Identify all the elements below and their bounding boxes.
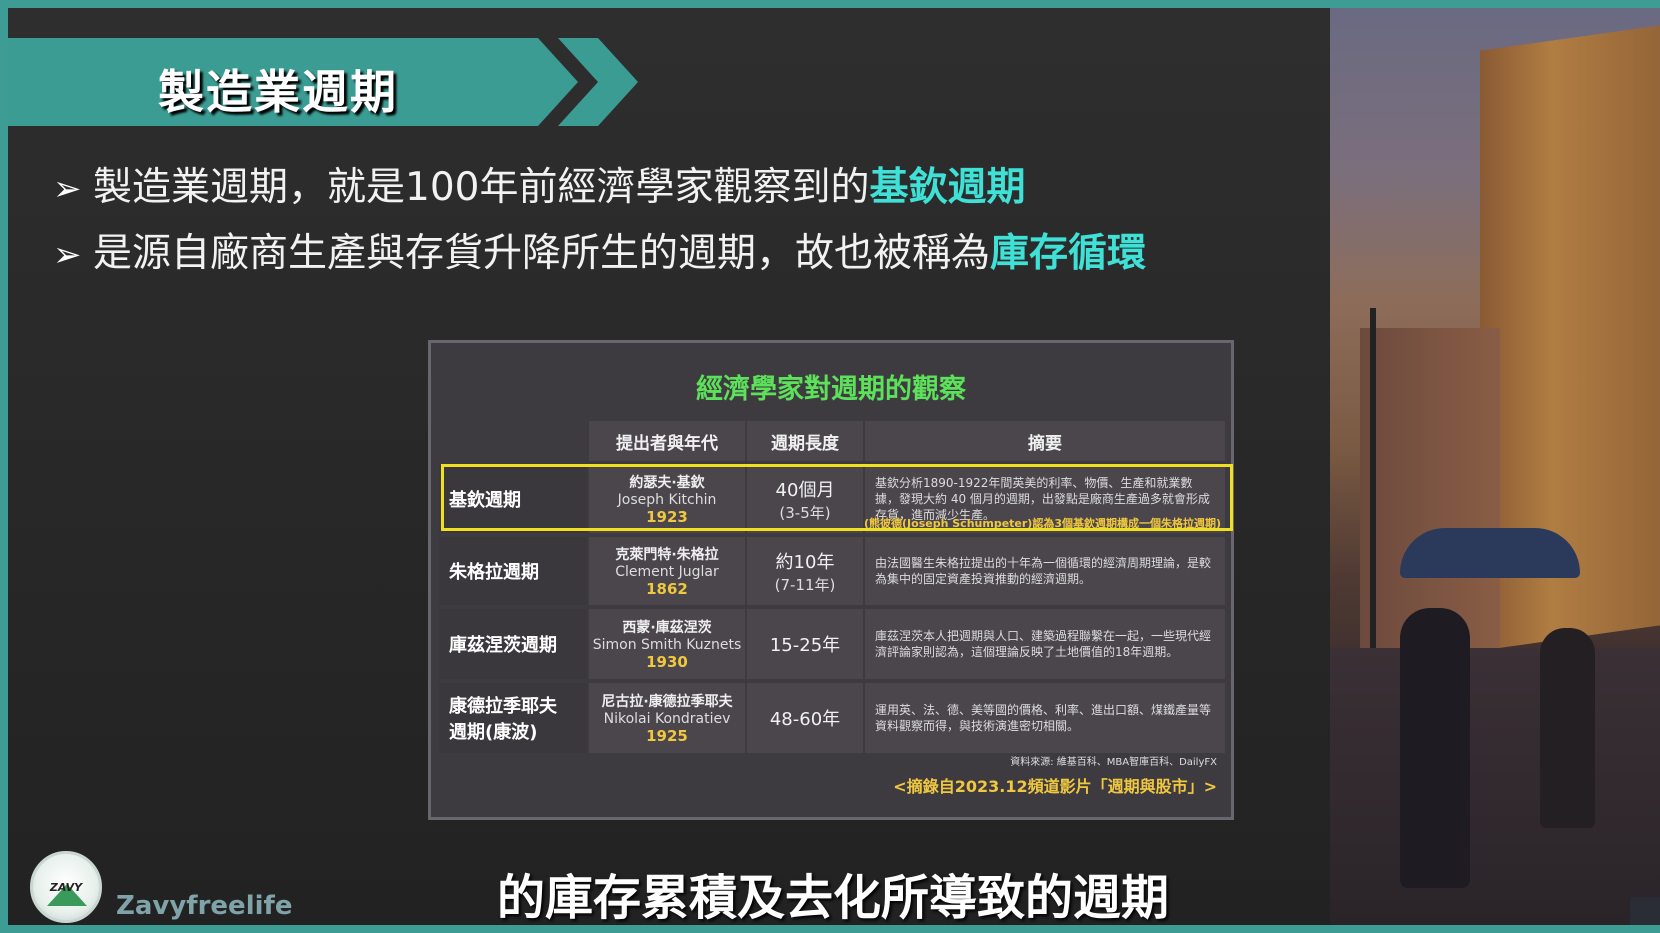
pedestrian-shape — [1540, 628, 1595, 828]
bullet-2-highlight: 庫存循環 — [990, 231, 1147, 276]
table-row: 庫茲涅茨週期 西蒙·庫茲涅茨 Simon Smith Kuznets 1930 … — [439, 609, 1225, 679]
cycle-name-line-1: 康德拉季耶夫 — [449, 696, 557, 717]
proposer-zh: 西蒙·庫茲涅茨 — [622, 620, 712, 636]
video-caption: 的庫存累積及去化所導致的週期 — [0, 858, 1660, 928]
cycle-name: 朱格拉週期 — [439, 537, 587, 605]
header-length: 週期長度 — [747, 421, 863, 461]
cycle-length: 約10年 — [775, 551, 835, 573]
umbrella-shape — [1400, 528, 1580, 578]
proposer-en: Simon Smith Kuznets — [592, 637, 742, 653]
cycle-length: 15-25年 — [769, 635, 841, 656]
table-row: 康德拉季耶夫 週期(康波) 尼古拉·康德拉季耶夫 Nikolai Kondrat… — [439, 683, 1225, 753]
proposer-year: 1925 — [646, 727, 688, 745]
street-photo — [1330, 8, 1660, 925]
table-title: 經濟學家對週期的觀察 — [696, 374, 966, 405]
lamp-pole-shape — [1370, 308, 1376, 688]
cycle-name-line-2: 週期(康波) — [449, 722, 538, 743]
summary-cell: 庫茲涅茨本人把週期與人口、建築過程聯繫在一起，一些現代經濟評論家則認為，這個理論… — [865, 609, 1225, 679]
cycle-name: 康德拉季耶夫 週期(康波) — [439, 683, 587, 753]
cycles-table-panel: 經濟學家對週期的觀察 提出者與年代 週期長度 摘要 基欽週期 約瑟夫·基欽 Jo… — [428, 340, 1234, 820]
bullet-2: ➢ 是源自廠商生產與存貨升降所生的週期，故也被稱為庫存循環 — [53, 222, 1146, 278]
bullet-1-text: 製造業週期，就是100年前經濟學家觀察到的 — [93, 165, 870, 210]
corner-widget — [1630, 897, 1660, 925]
presentation-slide: 製造業週期 ➢ 製造業週期，就是100年前經濟學家觀察到的基欽週期 ➢ 是源自廠商生… — [8, 8, 1330, 925]
kitchin-highlight-box — [441, 464, 1233, 531]
proposer-en: Clement Juglar — [615, 564, 719, 580]
proposer-year: 1930 — [646, 653, 688, 671]
proposer-cell: 尼古拉·康德拉季耶夫 Nikolai Kondratiev 1925 — [589, 683, 745, 753]
length-cell: 約10年 (7-11年) — [747, 537, 863, 605]
proposer-cell: 克萊門特·朱格拉 Clement Juglar 1862 — [589, 537, 745, 605]
summary-cell: 由法國醫生朱格拉提出的十年為一個循環的經濟周期理論，是較為集中的固定資產投資推動… — [865, 537, 1225, 605]
header-summary: 摘要 — [865, 421, 1225, 461]
arrow-bullet-icon: ➢ — [53, 169, 82, 209]
table-row: 朱格拉週期 克萊門特·朱格拉 Clement Juglar 1862 約10年 … — [439, 537, 1225, 605]
pedestrian-shape — [1400, 608, 1470, 888]
arrow-bullet-icon: ➢ — [53, 235, 82, 275]
bullet-2-text: 是源自廠商生產與存貨升降所生的週期，故也被稱為 — [93, 231, 991, 276]
header-proposer: 提出者與年代 — [589, 421, 745, 461]
proposer-en: Nikolai Kondratiev — [603, 711, 731, 727]
proposer-zh: 尼古拉·康德拉季耶夫 — [601, 694, 733, 710]
cycle-length-range: (7-11年) — [774, 575, 836, 594]
source-note: 資料來源: 維基百科、MBA智庫百科、DailyFX — [1010, 757, 1217, 768]
length-cell: 15-25年 — [747, 609, 863, 679]
summary-cell: 運用英、法、德、美等國的價格、利率、進出口額、煤鐵產量等資料觀察而得，與技術演進… — [865, 683, 1225, 753]
bullet-1: ➢ 製造業週期，就是100年前經濟學家觀察到的基欽週期 — [53, 156, 1025, 212]
cycle-length: 48-60年 — [769, 709, 841, 730]
cycle-name: 庫茲涅茨週期 — [439, 609, 587, 679]
citation-note: <摘錄自2023.12頻道影片「週期與股市」> — [893, 777, 1217, 796]
proposer-cell: 西蒙·庫茲涅茨 Simon Smith Kuznets 1930 — [589, 609, 745, 679]
length-cell: 48-60年 — [747, 683, 863, 753]
proposer-year: 1862 — [646, 580, 688, 598]
slide-title: 製造業週期 — [158, 65, 398, 119]
proposer-zh: 克萊門特·朱格拉 — [615, 547, 719, 563]
bullet-1-highlight: 基欽週期 — [869, 165, 1026, 210]
caption-text: 的庫存累積及去化所導致的週期 — [496, 870, 1169, 926]
